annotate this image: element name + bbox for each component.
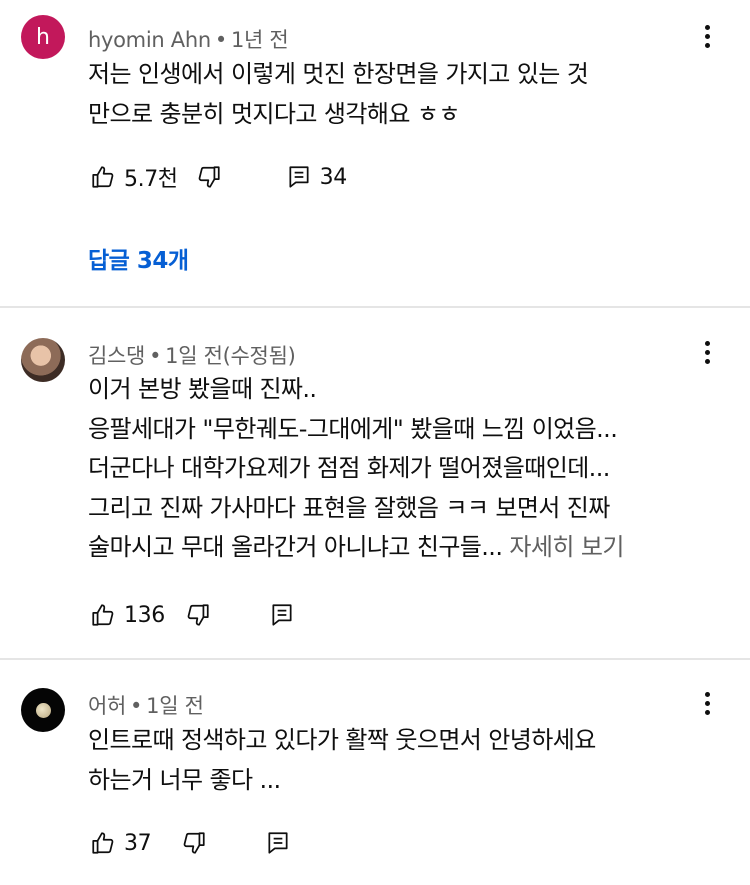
thumbs-up-icon[interactable]: [90, 602, 116, 628]
author-name[interactable]: 어허: [88, 694, 126, 718]
reply-icon[interactable]: [265, 830, 291, 856]
kebab-menu-icon[interactable]: [700, 692, 714, 722]
author-name[interactable]: hyomin Ahn: [88, 28, 211, 52]
comment-meta: 김스댕 • 1일 전(수정됨): [88, 340, 296, 370]
comment-meta: hyomin Ahn • 1년 전: [88, 24, 289, 54]
thumbs-down-icon[interactable]: [185, 602, 211, 628]
like-count: 136: [124, 602, 165, 628]
avatar[interactable]: [21, 338, 65, 382]
moon-icon: [35, 702, 51, 718]
reply-icon[interactable]: [269, 602, 295, 628]
like-count: 37: [124, 830, 152, 856]
comment-line: 저는 인생에서 이렇게 멋진 한장면을 가지고 있는 것: [88, 60, 589, 88]
kebab-menu-icon[interactable]: [700, 341, 714, 371]
action-bar: 37: [90, 828, 291, 858]
thumbs-down-icon[interactable]: [181, 830, 207, 856]
divider: [0, 306, 750, 308]
like-count: 5.7천: [124, 167, 178, 192]
timestamp[interactable]: 1일 전: [146, 694, 204, 718]
comment-text: 저는 인생에서 이렇게 멋진 한장면을 가지고 있는 것 만으로 충분히 멋지다…: [88, 55, 589, 134]
read-more-link[interactable]: 자세히 보기: [509, 533, 624, 561]
comment-line: 인트로때 정색하고 있다가 활짝 웃으면서 안녕하세요: [88, 726, 596, 754]
avatar-letter: h: [36, 24, 50, 50]
comment-line: 술마시고 무대 올라간거 아니냐고 친구들...: [88, 533, 503, 561]
comment-line: 만으로 충분히 멋지다고 생각해요 ㅎㅎ: [88, 99, 460, 128]
avatar[interactable]: h: [21, 15, 65, 59]
comment-text: 인트로때 정색하고 있다가 활짝 웃으면서 안녕하세요 하는거 너무 좋다 ..…: [88, 721, 596, 800]
comment-line: 응팔세대가 "무한궤도-그대에게" 봤을때 느낌 이었음...: [88, 414, 618, 443]
separator: •: [149, 344, 162, 368]
timestamp[interactable]: 1년 전: [231, 28, 289, 52]
comment-line: 그리고 진짜 가사마다 표현을 잘했음 ㅋㅋ 보면서 진짜: [88, 493, 610, 522]
action-bar: 5.7천 34: [90, 162, 347, 192]
reply-count: 34: [319, 164, 348, 190]
thumbs-up-icon[interactable]: [90, 164, 116, 190]
thumbs-up-icon[interactable]: [90, 830, 116, 856]
action-bar: 136: [90, 600, 295, 630]
view-replies-button[interactable]: 답글 34개: [88, 241, 189, 275]
thumbs-down-icon[interactable]: [196, 164, 222, 190]
avatar[interactable]: [21, 688, 65, 732]
timestamp[interactable]: 1일 전(수정됨): [165, 344, 296, 368]
kebab-menu-icon[interactable]: [700, 25, 714, 55]
comment-meta: 어허 • 1일 전: [88, 690, 204, 720]
author-name[interactable]: 김스댕: [88, 344, 145, 368]
divider: [0, 658, 750, 660]
separator: •: [130, 694, 143, 718]
comment-text: 이거 본방 봤을때 진짜.. 응팔세대가 "무한궤도-그대에게" 봤을때 느낌 …: [88, 370, 624, 568]
separator: •: [214, 28, 227, 52]
comment-line: 더군다나 대학가요제가 점점 화제가 떨어졌을때인데...: [88, 454, 610, 482]
comment-line: 이거 본방 봤을때 진짜..: [88, 375, 317, 403]
comment-line: 하는거 너무 좋다 ...: [88, 765, 281, 794]
reply-icon[interactable]: [286, 164, 312, 190]
